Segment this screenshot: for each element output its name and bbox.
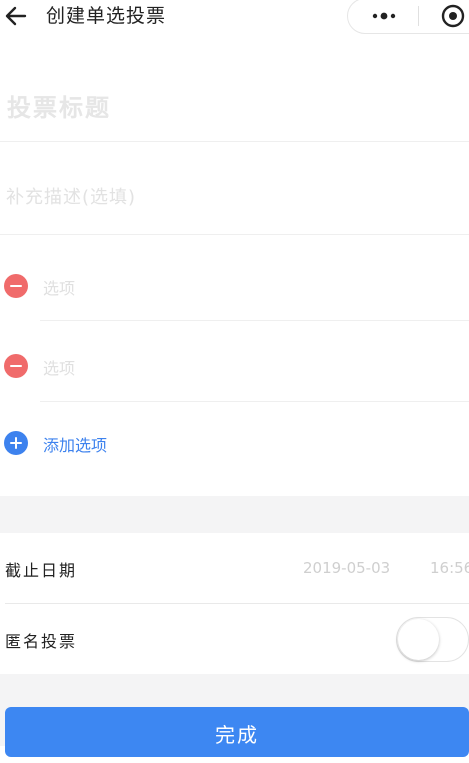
vote-title-input[interactable]: 投票标题 [7, 88, 111, 123]
option-row: 选项 [0, 271, 469, 301]
section-gap [0, 496, 469, 533]
add-option-button[interactable]: 添加选项 [0, 428, 200, 458]
vote-description-input[interactable]: 补充描述(选填) [6, 183, 136, 209]
deadline-date-picker[interactable]: 2019-05-03 [303, 559, 390, 577]
back-button[interactable] [2, 2, 30, 30]
remove-option-icon[interactable] [4, 274, 28, 298]
divider [40, 320, 469, 321]
option-input[interactable]: 选项 [43, 355, 75, 379]
more-dots-icon [372, 12, 396, 20]
add-option-label: 添加选项 [43, 436, 108, 455]
target-circle-icon [441, 4, 465, 28]
deadline-label: 截止日期 [5, 561, 78, 580]
anonymous-row: 匿名投票 [0, 604, 469, 674]
page-title: 创建单选投票 [46, 5, 167, 27]
capsule-divider [418, 6, 419, 26]
done-button[interactable]: 完成 [5, 707, 469, 757]
deadline-row[interactable]: 截止日期 2019-05-03 16:56 [0, 533, 469, 603]
option-input[interactable]: 选项 [43, 275, 75, 299]
divider [0, 141, 469, 142]
divider [0, 234, 469, 235]
arrow-left-icon [5, 6, 27, 26]
remove-option-icon[interactable] [4, 354, 28, 378]
anonymous-toggle[interactable] [396, 617, 469, 662]
add-circle-icon [4, 431, 28, 455]
mini-program-capsule [347, 0, 469, 34]
close-mini-program-button[interactable] [440, 3, 466, 29]
more-button[interactable] [368, 7, 400, 25]
anonymous-label: 匿名投票 [5, 632, 78, 651]
navigation-bar: 创建单选投票 [0, 0, 469, 36]
option-row: 选项 [0, 351, 469, 381]
divider [40, 401, 469, 402]
toggle-knob [398, 619, 439, 660]
deadline-time-picker[interactable]: 16:56 [430, 559, 469, 577]
